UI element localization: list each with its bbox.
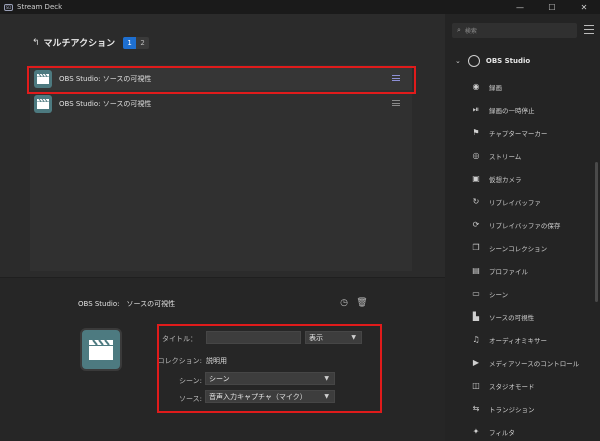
list-view-icon[interactable] bbox=[584, 25, 594, 34]
sidebar-item-label: フィルタ bbox=[489, 428, 515, 437]
stream-icon: ◎ bbox=[472, 151, 480, 160]
studio-mode-icon: ◫ bbox=[472, 381, 480, 390]
sidebar-scrollbar[interactable] bbox=[595, 162, 598, 302]
replay-buffer-icon: ↻ bbox=[472, 197, 480, 206]
sidebar-item[interactable]: ▣ 仮想カメラ bbox=[445, 167, 590, 190]
sidebar-item[interactable]: ♫ オーディオミキサー bbox=[445, 328, 590, 351]
pi-title: OBS Studio: ソースの可視性 bbox=[78, 300, 176, 308]
record-icon: ◉ bbox=[472, 82, 480, 91]
window-controls: — ☐ ✕ bbox=[504, 0, 600, 14]
sidebar-item-label: メディアソースのコントロール bbox=[489, 359, 580, 368]
sidebar-item[interactable]: ◉ 録画 bbox=[445, 75, 590, 98]
pi-actions: ◷ 🗑 bbox=[338, 297, 374, 309]
sidebar-item[interactable]: ⏯ 録画の一時停止 bbox=[445, 98, 590, 121]
sidebar-item[interactable]: ▙ ソースの可視性 bbox=[445, 305, 590, 328]
action-sidebar: ⌕ 検索 ⌄ OBS Studio ◉ 録画 ⏯ 録画の一時停止 ⚑ チャプターマーカー ◎… bbox=[445, 14, 600, 441]
sidebar-item-label: プロファイル bbox=[489, 267, 528, 276]
sidebar-item-label: ソースの可視性 bbox=[489, 313, 535, 322]
sidebar-item-label: ストリーム bbox=[489, 152, 522, 161]
save-replay-icon: ⟳ bbox=[472, 220, 480, 229]
search-icon: ⌕ bbox=[457, 26, 461, 34]
sidebar-item-label: 仮想カメラ bbox=[489, 175, 522, 184]
app-title: Stream Deck bbox=[17, 3, 63, 11]
stream-deck-logo-icon: SD bbox=[4, 3, 13, 11]
media-control-icon: ▶ bbox=[472, 358, 480, 367]
sidebar-item[interactable]: ◫ スタジオモード bbox=[445, 374, 590, 397]
category-obs-studio[interactable]: ⌄ OBS Studio bbox=[445, 52, 590, 70]
minimize-button[interactable]: — bbox=[504, 0, 536, 14]
sidebar-item[interactable]: ↻ リプレイバッファ bbox=[445, 190, 590, 213]
scene-icon: ▭ bbox=[472, 289, 480, 298]
page-tabs: 1 2 bbox=[123, 36, 150, 49]
title-bar: SD Stream Deck — ☐ ✕ bbox=[0, 0, 600, 14]
clapperboard-icon bbox=[34, 95, 52, 113]
audio-mixer-icon: ♫ bbox=[472, 335, 480, 344]
chapter-marker-icon: ⚑ bbox=[472, 128, 480, 137]
transition-icon: ⇆ bbox=[472, 404, 480, 413]
action-row[interactable]: OBS Studio: ソースの可視性 bbox=[30, 93, 412, 115]
sidebar-item[interactable]: ⚑ チャプターマーカー bbox=[445, 121, 590, 144]
multi-action-header: ↰ マルチアクション 1 2 bbox=[32, 36, 150, 49]
history-icon[interactable]: ◷ bbox=[338, 297, 350, 309]
sidebar-item[interactable]: ▤ プロファイル bbox=[445, 259, 590, 282]
main-canvas: ↰ マルチアクション 1 2 OBS Studio: ソースの可視性 OBS S… bbox=[0, 14, 445, 441]
sidebar-item-label: リプレイバッファの保存 bbox=[489, 221, 561, 230]
scene-collection-icon: ❐ bbox=[472, 243, 480, 252]
virtual-camera-icon: ▣ bbox=[472, 174, 480, 183]
source-visibility-icon: ▙ bbox=[472, 312, 480, 321]
highlight-box-settings bbox=[157, 324, 382, 413]
sidebar-item[interactable]: ▭ シーン bbox=[445, 282, 590, 305]
sidebar-item-label: リプレイバッファ bbox=[489, 198, 541, 207]
search-input[interactable]: ⌕ 検索 bbox=[452, 23, 577, 38]
sidebar-item-label: チャプターマーカー bbox=[489, 129, 548, 138]
sidebar-item[interactable]: ◎ ストリーム bbox=[445, 144, 590, 167]
sidebar-item-label: 録画の一時停止 bbox=[489, 106, 535, 115]
sidebar-item-label: スタジオモード bbox=[489, 382, 535, 391]
sidebar-item[interactable]: ❐ シーンコレクション bbox=[445, 236, 590, 259]
obs-logo-icon bbox=[467, 55, 480, 67]
sidebar-item-label: シーン bbox=[489, 290, 509, 299]
profile-icon: ▤ bbox=[472, 266, 480, 275]
action-list: OBS Studio: ソースの可視性 OBS Studio: ソースの可視性 bbox=[30, 65, 412, 271]
maximize-button[interactable]: ☐ bbox=[536, 0, 568, 14]
sidebar-item[interactable]: ⇆ トランジション bbox=[445, 397, 590, 420]
chevron-down-icon: ⌄ bbox=[455, 57, 461, 65]
sidebar-item-label: トランジション bbox=[489, 405, 535, 414]
sidebar-item-label: シーンコレクション bbox=[489, 244, 548, 253]
close-button[interactable]: ✕ bbox=[568, 0, 600, 14]
property-inspector: OBS Studio: ソースの可視性 ◷ 🗑 タイトル： 表示 ▼ コレクショ… bbox=[0, 278, 445, 441]
multi-action-title: マルチアクション bbox=[43, 39, 116, 49]
sidebar-item-label: 録画 bbox=[489, 83, 502, 92]
filter-icon: ✦ bbox=[472, 427, 480, 436]
sidebar-item[interactable]: ⟳ リプレイバッファの保存 bbox=[445, 213, 590, 236]
action-label: OBS Studio: ソースの可視性 bbox=[59, 100, 152, 108]
page-tab-2[interactable]: 2 bbox=[136, 36, 150, 49]
sidebar-item-label: オーディオミキサー bbox=[489, 336, 548, 345]
search-placeholder: 検索 bbox=[464, 28, 477, 35]
category-label: OBS Studio bbox=[485, 57, 531, 65]
drag-handle-icon[interactable] bbox=[392, 100, 400, 106]
sidebar-item[interactable]: ✦ フィルタ bbox=[445, 420, 590, 441]
sidebar-item[interactable]: ▶ メディアソースのコントロール bbox=[445, 351, 590, 374]
key-preview-clapperboard-icon[interactable] bbox=[80, 328, 122, 371]
pause-record-icon: ⏯ bbox=[472, 104, 480, 114]
page-tab-1[interactable]: 1 bbox=[123, 36, 137, 49]
back-icon[interactable]: ↰ bbox=[32, 38, 40, 48]
highlight-box-action bbox=[27, 66, 416, 94]
trash-icon[interactable]: 🗑 bbox=[356, 297, 368, 309]
